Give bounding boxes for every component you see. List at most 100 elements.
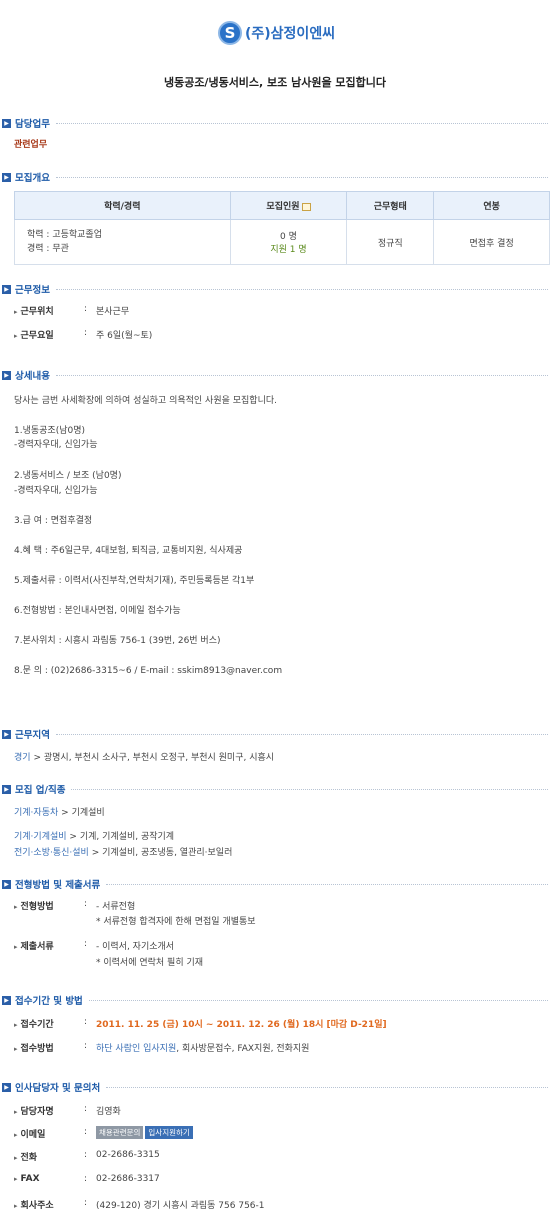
section-process: ▶ 전형방법 및 제출서류: [2, 877, 548, 891]
section-arrow-icon: ▶: [2, 370, 11, 380]
section-arrow-icon: ▶: [2, 172, 11, 182]
location-value: 본사근무: [96, 307, 130, 317]
colon: :: [84, 1150, 88, 1160]
detail-line: 7.본사위치 : 시흥시 과림동 756-1 (39번, 26번 버스): [14, 636, 221, 646]
apply-button[interactable]: 입사지원하기: [145, 1126, 193, 1139]
contact-fax: 02-2686-3317: [96, 1174, 160, 1184]
email-buttons: 채용관련문의 입사지원하기: [96, 1126, 195, 1139]
section-title: 근무정보: [15, 285, 50, 296]
job-row: 기계·자동차 > 기계설비: [14, 805, 105, 818]
divider: [55, 733, 548, 735]
section-duty: ▶ 담당업무: [2, 116, 548, 130]
colon: :: [84, 304, 88, 314]
company-logo: S (주)삼정이엔씨: [218, 20, 335, 46]
job-value: 기계설비, 공조냉동, 열관리·보일러: [102, 848, 233, 858]
col-header-label: 모집인원: [266, 202, 300, 212]
contact-addr-label: 회사주소: [14, 1198, 54, 1211]
section-region: ▶ 근무지역: [2, 727, 548, 741]
divider: [55, 288, 548, 290]
contact-addr: (429-120) 경기 시흥시 과림동 756 756-1: [96, 1201, 265, 1211]
colon: :: [84, 1041, 88, 1051]
job-category-link[interactable]: 전기·소방·통신·설비: [14, 848, 89, 858]
region-head-link[interactable]: 경기: [14, 753, 31, 763]
region-list: 광명시, 부천시 소사구, 부천시 오정구, 부천시 원미구, 시흥시: [43, 753, 275, 763]
applicant-count: 지원 1 명: [270, 245, 307, 255]
section-detail: ▶ 상세내용: [2, 368, 548, 382]
count-text: 0 명: [280, 232, 297, 242]
apply-method-rest: , 회사방문접수, FAX지원, 전화지원: [176, 1044, 310, 1054]
apply-method-value: 하단 사람인 입사지원, 회사방문접수, FAX지원, 전화지원: [96, 1041, 309, 1054]
method-line: * 서류전형 합격자에 한해 면접일 개별통보: [96, 917, 256, 927]
table-header-row: 학력/경력 모집인원 근무형태 연봉: [14, 191, 550, 220]
chart-icon[interactable]: [301, 202, 311, 211]
count-cell: 0 명 지원 1 명: [229, 219, 348, 265]
colon: :: [84, 899, 88, 909]
days-value: 주 6일(월~토): [96, 331, 153, 341]
logo-mark-icon: S: [218, 21, 242, 45]
divider: [88, 999, 548, 1001]
method-line: - 서류전형: [96, 902, 136, 912]
colon: :: [84, 1174, 88, 1184]
colon: :: [84, 328, 88, 338]
job-category-link[interactable]: 기계·기계설비: [14, 832, 67, 842]
detail-line: 1.냉동공조(남0명): [14, 426, 86, 436]
col-header: 연봉: [433, 191, 550, 220]
region-line: 경기 > 광명시, 부천시 소사구, 부천시 오정구, 부천시 원미구, 시흥시: [14, 750, 274, 763]
section-title: 전형방법 및 제출서류: [15, 880, 101, 891]
detail-line: 6.전형방법 : 본인내사면접, 이메일 접수가능: [14, 606, 181, 616]
location-label: 근무위치: [14, 304, 54, 317]
apply-link[interactable]: 하단 사람인 입사지원: [96, 1044, 176, 1054]
inquiry-button[interactable]: 채용관련문의: [96, 1126, 144, 1139]
section-arrow-icon: ▶: [2, 284, 11, 294]
contact-fax-label: FAX: [14, 1174, 40, 1184]
job-sep: >: [61, 808, 69, 818]
colon: :: [84, 1127, 88, 1137]
section-arrow-icon: ▶: [2, 118, 11, 128]
job-value: 기계, 기계설비, 공작기계: [79, 832, 175, 842]
detail-line: 5.제출서류 : 이력서(사진부착,연락처기재), 주민등록등본 각1부: [14, 576, 255, 586]
section-title: 접수기간 및 방법: [15, 996, 83, 1007]
section-title: 담당업무: [15, 119, 50, 130]
job-value: 기계설비: [71, 808, 105, 818]
divider: [55, 176, 548, 178]
job-category-link[interactable]: 기계·자동차: [14, 808, 58, 818]
detail-line: -경력자우대, 신입가능: [14, 440, 98, 450]
colon: :: [84, 1017, 88, 1027]
type-cell: 정규직: [346, 219, 435, 265]
job-row: 기계·기계설비 > 기계, 기계설비, 공작기계: [14, 829, 174, 842]
job-row: 전기·소방·통신·설비 > 기계설비, 공조냉동, 열관리·보일러: [14, 845, 232, 858]
section-title: 근무지역: [15, 730, 50, 741]
detail-line: 당사는 금번 사세확장에 의하여 성실하고 의욕적인 사원을 모집합니다.: [14, 396, 278, 406]
section-arrow-icon: ▶: [2, 995, 11, 1005]
contact-email-label: 이메일: [14, 1127, 46, 1140]
divider: [106, 1086, 548, 1088]
contact-name: 김영화: [96, 1107, 121, 1117]
docs-line: * 이력서에 연락처 필히 기재: [96, 958, 204, 968]
detail-line: 2.냉동서비스 / 보조 (남0명): [14, 471, 122, 481]
section-title: 모집 업/직종: [15, 785, 66, 796]
detail-line: 4.혜 택 : 주6일근무, 4대보험, 퇴직금, 교통비지원, 식사제공: [14, 546, 243, 556]
colon: :: [84, 1198, 88, 1208]
divider: [55, 122, 548, 124]
section-contact: ▶ 인사담당자 및 문의처: [2, 1080, 548, 1094]
duty-text: 관련업무: [14, 140, 48, 150]
detail-line: 8.문 의 : (02)2686-3315~6 / E-mail : sskim…: [14, 666, 283, 676]
divider: [71, 788, 548, 790]
company-name: (주)삼정이엔씨: [245, 26, 336, 42]
section-condition: ▶ 근무정보: [2, 282, 548, 296]
recruit-table: 학력/경력 모집인원 근무형태 연봉 학력 : 고등학교졸업 경력 : 무관 0…: [14, 191, 550, 265]
section-summary: ▶ 모집개요: [2, 170, 548, 184]
colon: :: [84, 1104, 88, 1114]
divider: [55, 374, 548, 376]
period-label: 접수기간: [14, 1017, 54, 1030]
detail-line: 3.급 여 : 면접후결정: [14, 516, 93, 526]
docs-line: - 이력서, 자기소개서: [96, 942, 175, 952]
section-apply: ▶ 접수기간 및 방법: [2, 993, 548, 1007]
docs-label: 제출서류: [14, 939, 54, 952]
section-title: 인사담당자 및 문의처: [15, 1083, 101, 1094]
section-arrow-icon: ▶: [2, 879, 11, 889]
career-text: 경력 : 무관: [27, 244, 69, 254]
job-sep: >: [91, 848, 100, 858]
period-value: 2011. 11. 25 (금) 10시 ~ 2011. 12. 26 (월) …: [96, 1020, 387, 1030]
region-sep: >: [33, 753, 41, 763]
